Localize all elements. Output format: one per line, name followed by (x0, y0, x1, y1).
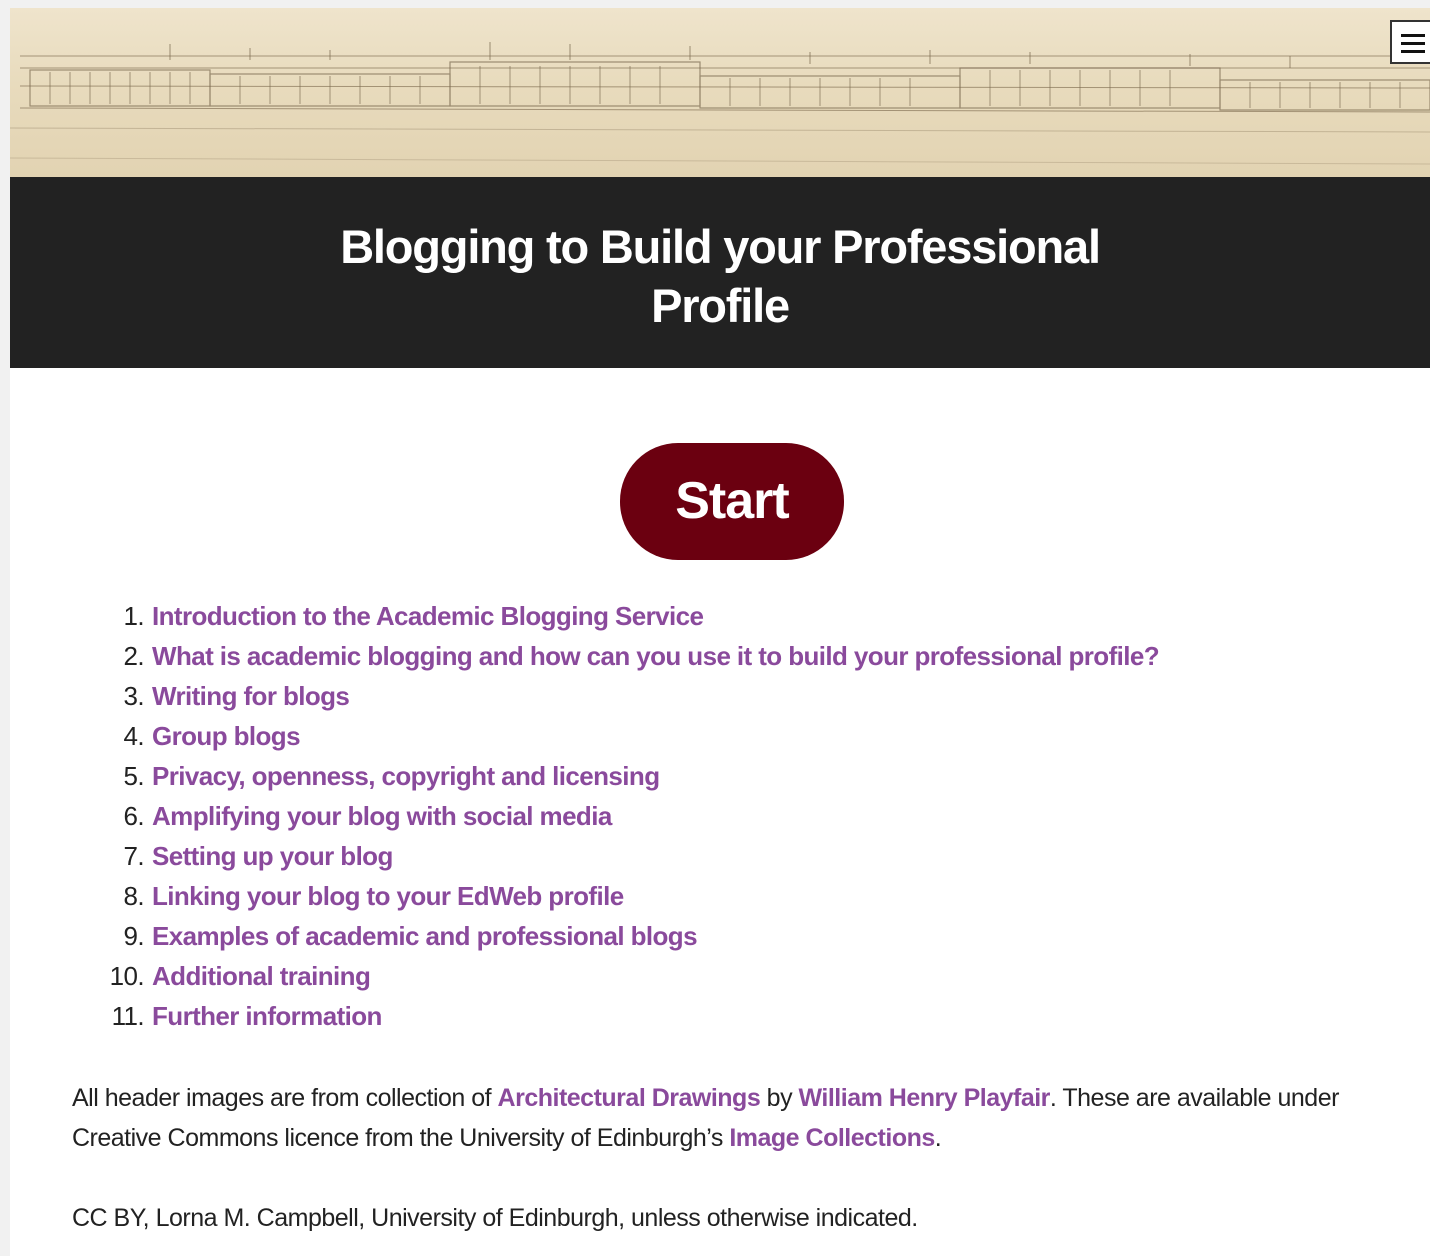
list-item: 1. Introduction to the Academic Blogging … (10, 596, 1430, 636)
contents-link-group-blogs[interactable]: Group blogs (152, 716, 301, 756)
list-item-number: 7. (123, 841, 145, 871)
list-item: 7. Setting up your blog (10, 836, 1430, 876)
list-item-number: 8. (123, 881, 145, 911)
credits-text: by (760, 1084, 799, 1112)
list-item: 5. Privacy, openness, copyright and licen… (10, 756, 1430, 796)
contents-link-setting-up[interactable]: Setting up your blog (152, 836, 393, 876)
contents-link-introduction[interactable]: Introduction to the Academic Blogging Se… (152, 596, 704, 636)
image-credits: All header images are from collection of… (72, 1078, 1402, 1158)
list-item: 2. What is academic blogging and how can … (10, 636, 1430, 676)
list-item-number: 1. (123, 601, 145, 631)
contents-link-further-information[interactable]: Further information (152, 996, 382, 1036)
architectural-drawing-illustration (10, 42, 1430, 165)
image-collections-link[interactable]: Image Collections (729, 1124, 935, 1152)
list-item-number: 9. (123, 921, 145, 951)
list-item: 10. Additional training (10, 956, 1430, 996)
page: Blogging to Build your Professional Prof… (10, 8, 1430, 1256)
list-item-number: 5. (123, 761, 145, 791)
contents-list: 1. Introduction to the Academic Blogging … (10, 596, 1430, 1036)
contents-link-what-is-academic-blogging[interactable]: What is academic blogging and how can yo… (152, 636, 1160, 676)
contents-link-writing-for-blogs[interactable]: Writing for blogs (152, 676, 350, 716)
contents-link-privacy-openness[interactable]: Privacy, openness, copyright and licensi… (152, 756, 660, 796)
list-item: 3. Writing for blogs (10, 676, 1430, 716)
list-item: 4. Group blogs (10, 716, 1430, 756)
list-item-number: 10. (109, 961, 145, 991)
header-banner-image (10, 8, 1430, 177)
architectural-drawings-link[interactable]: Architectural Drawings (498, 1084, 761, 1112)
page-title-line-1[interactable]: Blogging to Build your Professional (10, 217, 1430, 276)
list-item-number: 4. (123, 721, 145, 751)
licence-statement: CC BY, Lorna M. Campbell, University of … (72, 1204, 918, 1232)
list-item: 6. Amplifying your blog with social media (10, 796, 1430, 836)
start-button[interactable]: Start (620, 443, 844, 560)
page-title-line-2[interactable]: Profile (10, 276, 1430, 335)
list-item: 9. Examples of academic and professional … (10, 916, 1430, 956)
site-header: Blogging to Build your Professional Prof… (10, 177, 1430, 368)
contents-link-amplifying[interactable]: Amplifying your blog with social media (152, 796, 612, 836)
credits-text: . (934, 1124, 942, 1152)
list-item: 11. Further information (10, 996, 1430, 1036)
list-item-number: 6. (123, 801, 145, 831)
hamburger-menu-icon[interactable] (1390, 20, 1430, 64)
contents-link-examples[interactable]: Examples of academic and professional bl… (152, 916, 698, 956)
credits-text: All header images are from collection of (72, 1084, 498, 1112)
contents-link-additional-training[interactable]: Additional training (152, 956, 371, 996)
list-item: 8. Linking your blog to your EdWeb profil… (10, 876, 1430, 916)
list-item-number: 11. (111, 1001, 145, 1031)
list-item-number: 3. (123, 681, 145, 711)
contents-link-edweb-profile[interactable]: Linking your blog to your EdWeb profile (152, 876, 624, 916)
william-henry-playfair-link[interactable]: William Henry Playfair (799, 1084, 1051, 1112)
page-title[interactable]: Blogging to Build your Professional Prof… (10, 217, 1430, 335)
list-item-number: 2. (123, 641, 145, 671)
